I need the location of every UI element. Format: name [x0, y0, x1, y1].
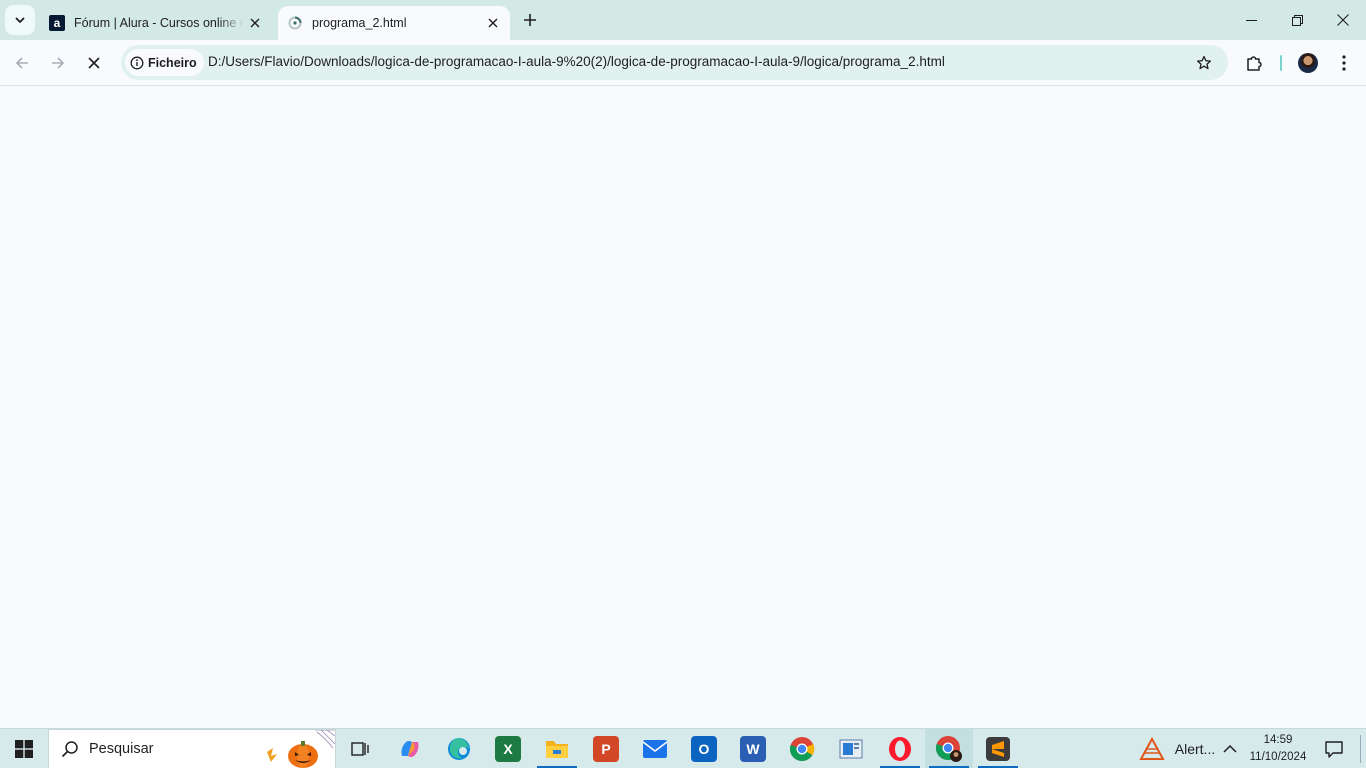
search-placeholder: Pesquisar [89, 741, 154, 757]
back-button[interactable] [6, 47, 38, 79]
clock-date: 11/10/2024 [1249, 751, 1307, 763]
chrome-icon [789, 737, 815, 762]
alert-label: Alert... [1174, 741, 1216, 757]
opera-icon [889, 737, 911, 761]
tab-title: programa_2.html [312, 16, 407, 30]
alura-icon: a [49, 15, 65, 31]
opera-button[interactable] [876, 729, 924, 768]
clock-time: 14:59 [1263, 734, 1293, 746]
task-view-icon [351, 742, 369, 756]
outlook-icon: O [691, 736, 717, 762]
sublime-text-button[interactable] [974, 729, 1022, 768]
powerpoint-button[interactable]: P [582, 729, 630, 768]
windows-taskbar: Pesquisar X P O W Alert... 14:59 11/10/2… [0, 728, 1366, 768]
restore-button[interactable] [1274, 0, 1320, 40]
close-icon [1337, 14, 1349, 26]
profile-button[interactable] [1292, 47, 1324, 79]
more-vertical-icon [1342, 55, 1346, 71]
tab-strip: a Fórum | Alura - Cursos online de tecno… [0, 0, 1366, 40]
arrow-left-icon [15, 57, 28, 69]
menu-button[interactable] [1328, 47, 1360, 79]
close-icon [250, 18, 260, 28]
file-explorer-button[interactable] [533, 729, 581, 768]
windows-icon [15, 740, 33, 758]
excel-button[interactable]: X [484, 729, 532, 768]
powerpoint-icon: P [593, 736, 619, 762]
loading-spinner-icon [287, 15, 303, 31]
close-icon [88, 57, 100, 69]
close-tab-button[interactable] [482, 12, 504, 34]
plus-icon [524, 14, 536, 26]
forward-button[interactable] [42, 47, 74, 79]
halloween-pumpkin-icon [267, 730, 335, 768]
close-window-button[interactable] [1320, 0, 1366, 40]
notification-icon [1325, 741, 1343, 758]
extensions-button[interactable] [1238, 47, 1270, 79]
new-tab-button[interactable] [516, 6, 544, 34]
mail-button[interactable] [631, 729, 679, 768]
show-desktop-button[interactable] [1360, 735, 1361, 763]
task-view-button[interactable] [336, 729, 384, 768]
close-tab-button[interactable] [244, 12, 266, 34]
edge-icon [448, 738, 470, 760]
toolbar-divider [1280, 55, 1282, 71]
start-button[interactable] [4, 729, 44, 768]
tab-search-button[interactable] [5, 5, 35, 35]
stop-loading-button[interactable] [78, 47, 110, 79]
browser-toolbar: Ficheiro D:/Users/Flavio/Downloads/logic… [0, 40, 1366, 86]
search-icon [61, 740, 79, 758]
page-content [0, 87, 1366, 728]
chrome-profile-icon [935, 736, 962, 762]
alert-app-icon [1139, 737, 1165, 760]
excel-icon: X [495, 736, 521, 762]
app-icon [839, 739, 863, 759]
copilot-button[interactable] [386, 729, 434, 768]
avatar [1298, 53, 1318, 73]
mail-icon [642, 740, 668, 758]
copilot-icon [401, 741, 419, 757]
url-text[interactable]: D:/Users/Flavio/Downloads/logica-de-prog… [208, 54, 945, 69]
star-icon [1196, 55, 1212, 70]
minimize-icon [1245, 19, 1257, 21]
tab-programa-2[interactable]: programa_2.html [278, 6, 510, 40]
puzzle-icon [1247, 56, 1262, 71]
chevron-up-icon [1223, 744, 1237, 753]
address-bar[interactable]: Ficheiro D:/Users/Flavio/Downloads/logic… [121, 45, 1228, 80]
site-info-chip[interactable]: Ficheiro [125, 49, 204, 76]
tab-title: Fórum | Alura - Cursos online de tecnolo… [74, 16, 244, 30]
minimize-button[interactable] [1228, 0, 1274, 40]
outlook-button[interactable]: O [680, 729, 728, 768]
info-icon [130, 56, 144, 70]
show-hidden-icons-button[interactable] [1216, 729, 1244, 768]
chrome-profile-button[interactable] [925, 729, 973, 768]
app-button[interactable] [827, 729, 875, 768]
word-icon: W [740, 736, 766, 762]
arrow-right-icon [52, 57, 65, 69]
close-icon [488, 18, 498, 28]
bookmark-button[interactable] [1192, 51, 1216, 75]
edge-button[interactable] [435, 729, 483, 768]
chrome-button[interactable] [778, 729, 826, 768]
file-explorer-icon [546, 741, 568, 758]
taskbar-search-box[interactable]: Pesquisar [48, 729, 336, 768]
sublime-text-icon [986, 737, 1010, 761]
taskbar-clock[interactable]: 14:59 11/10/2024 [1244, 732, 1312, 766]
chevron-down-icon [15, 17, 25, 24]
site-info-label: Ficheiro [148, 55, 197, 70]
notifications-button[interactable] [1314, 729, 1354, 768]
tab-alura-forum[interactable]: a Fórum | Alura - Cursos online de tecno… [40, 6, 272, 40]
restore-icon [1291, 14, 1303, 26]
word-button[interactable]: W [729, 729, 777, 768]
